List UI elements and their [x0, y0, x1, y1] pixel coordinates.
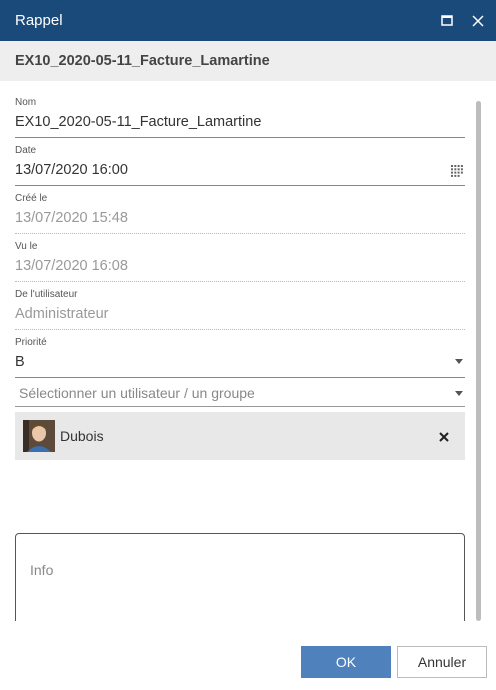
maximize-icon[interactable] [437, 11, 457, 31]
name-field[interactable]: Nom EX10_2020-05-11_Facture_Lamartine [15, 97, 465, 138]
ok-button[interactable]: OK [301, 646, 391, 678]
document-header: EX10_2020-05-11_Facture_Lamartine [0, 41, 496, 81]
calendar-icon[interactable] [451, 164, 463, 182]
created-field: Créé le 13/07/2020 15:48 [15, 193, 465, 234]
assignee-select[interactable]: Sélectionner un utilisateur / un groupe [15, 379, 465, 407]
priority-label: Priorité [15, 337, 47, 348]
dialog-footer: OK Annuler [0, 621, 496, 690]
name-input[interactable]: EX10_2020-05-11_Facture_Lamartine [15, 112, 465, 132]
vertical-scrollbar[interactable] [476, 101, 481, 621]
date-field[interactable]: Date 13/07/2020 16:00 [15, 145, 465, 186]
assignee-chip: Dubois [15, 412, 465, 460]
chevron-down-icon[interactable] [455, 359, 463, 364]
avatar [23, 420, 55, 452]
created-value: 13/07/2020 15:48 [15, 210, 128, 226]
chevron-down-icon[interactable] [455, 391, 463, 396]
priority-select[interactable]: Priorité B [15, 337, 465, 378]
date-label: Date [15, 145, 37, 156]
dialog-titlebar: Rappel [0, 0, 496, 41]
seen-value: 13/07/2020 16:08 [15, 258, 128, 274]
name-label: Nom [15, 97, 37, 108]
from-user-field: De l'utilisateur Administrateur [15, 289, 465, 330]
info-placeholder: Info [30, 562, 54, 578]
close-icon[interactable] [468, 11, 488, 31]
seen-label: Vu le [15, 241, 38, 252]
created-label: Créé le [15, 193, 48, 204]
priority-value[interactable]: B [15, 352, 465, 372]
date-input[interactable]: 13/07/2020 16:00 [15, 160, 465, 180]
from-user-value: Administrateur [15, 306, 109, 322]
assignee-name: Dubois [60, 428, 104, 444]
document-title: EX10_2020-05-11_Facture_Lamartine [15, 53, 270, 69]
cancel-button[interactable]: Annuler [397, 646, 487, 678]
seen-field: Vu le 13/07/2020 16:08 [15, 241, 465, 282]
form-content: Nom EX10_2020-05-11_Facture_Lamartine Da… [0, 81, 496, 621]
info-textarea[interactable]: Info [15, 533, 465, 621]
assignee-select-placeholder: Sélectionner un utilisateur / un groupe [19, 385, 255, 401]
dialog-title: Rappel [15, 12, 63, 29]
remove-assignee-icon[interactable] [438, 430, 450, 442]
from-user-label: De l'utilisateur [15, 289, 78, 300]
